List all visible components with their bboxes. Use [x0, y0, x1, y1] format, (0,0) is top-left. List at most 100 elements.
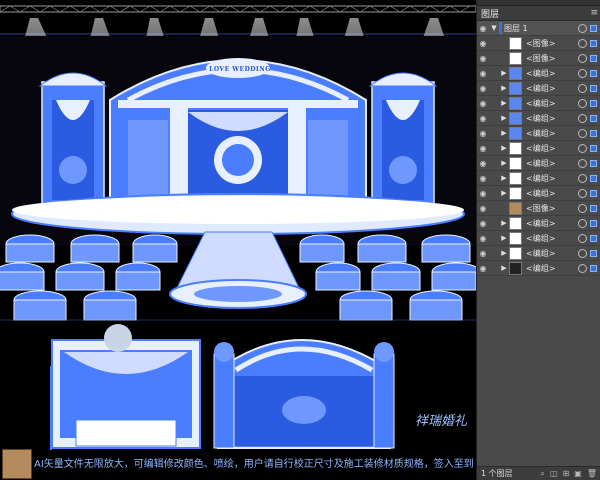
tab-layers[interactable]: 图层	[481, 7, 499, 20]
target-circle-icon[interactable]	[578, 128, 587, 138]
visibility-eye-icon[interactable]: ◉	[477, 189, 489, 198]
panel-menu-icon[interactable]: ≡	[590, 8, 597, 18]
layer-name[interactable]: <编组>	[526, 188, 578, 199]
expand-arrow-icon[interactable]: ▶	[499, 219, 509, 227]
visibility-eye-icon[interactable]: ◉	[477, 39, 489, 48]
expand-arrow-icon[interactable]: ▶	[499, 234, 509, 242]
layer-row[interactable]: ◉ ▶ <编组>	[477, 126, 600, 141]
visibility-eye-icon[interactable]: ◉	[477, 174, 489, 183]
target-circle-icon[interactable]	[578, 23, 587, 33]
visibility-eye-icon[interactable]: ◉	[477, 114, 489, 123]
layer-row[interactable]: ◉ ▶ <编组>	[477, 171, 600, 186]
layer-name[interactable]: <编组>	[526, 173, 578, 184]
layer-row[interactable]: ◉ ▶ <编组>	[477, 156, 600, 171]
expand-arrow-icon[interactable]: ▶	[499, 144, 509, 152]
new-layer-icon[interactable]: ▣	[574, 469, 582, 479]
selection-square-icon[interactable]	[590, 174, 597, 182]
layer-name[interactable]: 图层 1	[504, 23, 578, 34]
layer-row[interactable]: ◉ ▶ <编组>	[477, 66, 600, 81]
layer-name[interactable]: <编组>	[526, 263, 578, 274]
layer-row[interactable]: ◉ <图像>	[477, 36, 600, 51]
selection-square-icon[interactable]	[590, 24, 597, 32]
layer-row-top[interactable]: ◉ ▼ 图层 1	[477, 21, 600, 36]
layer-name[interactable]: <编组>	[526, 143, 578, 154]
target-circle-icon[interactable]	[578, 158, 587, 168]
layer-row[interactable]: ◉ ▶ <编组>	[477, 246, 600, 261]
expand-arrow-icon[interactable]: ▶	[499, 114, 509, 122]
selection-square-icon[interactable]	[590, 234, 597, 242]
visibility-eye-icon[interactable]: ◉	[477, 219, 489, 228]
visibility-eye-icon[interactable]: ◉	[477, 84, 489, 93]
layer-name[interactable]: <编组>	[526, 158, 578, 169]
target-circle-icon[interactable]	[578, 203, 587, 213]
selection-square-icon[interactable]	[590, 114, 597, 122]
selection-square-icon[interactable]	[590, 39, 597, 47]
expand-arrow-icon[interactable]: ▶	[499, 264, 509, 272]
expand-arrow-icon[interactable]: ▶	[499, 249, 509, 257]
visibility-eye-icon[interactable]: ◉	[477, 264, 489, 273]
layer-row[interactable]: ◉ <图像>	[477, 51, 600, 66]
visibility-eye-icon[interactable]: ◉	[477, 144, 489, 153]
layer-name[interactable]: <图像>	[526, 53, 578, 64]
selection-square-icon[interactable]	[590, 159, 597, 167]
visibility-eye-icon[interactable]: ◉	[477, 204, 489, 213]
target-circle-icon[interactable]	[578, 143, 587, 153]
layer-name[interactable]: <编组>	[526, 128, 578, 139]
target-circle-icon[interactable]	[578, 248, 587, 258]
visibility-eye-icon[interactable]: ◉	[477, 234, 489, 243]
visibility-eye-icon[interactable]: ◉	[477, 159, 489, 168]
selection-square-icon[interactable]	[590, 54, 597, 62]
target-circle-icon[interactable]	[578, 263, 587, 273]
expand-arrow-icon[interactable]: ▶	[499, 159, 509, 167]
layer-name[interactable]: <编组>	[526, 248, 578, 259]
layer-row[interactable]: ◉ ▶ <编组>	[477, 81, 600, 96]
layer-row[interactable]: ◉ ▶ <编组>	[477, 231, 600, 246]
layer-name[interactable]: <编组>	[526, 233, 578, 244]
expand-arrow-icon[interactable]: ▶	[499, 69, 509, 77]
expand-arrow-icon[interactable]: ▶	[499, 99, 509, 107]
layer-name[interactable]: <编组>	[526, 218, 578, 229]
expand-arrow-icon[interactable]: ▶	[499, 84, 509, 92]
selection-square-icon[interactable]	[590, 204, 597, 212]
visibility-eye-icon[interactable]: ◉	[477, 24, 489, 33]
layer-name[interactable]: <编组>	[526, 113, 578, 124]
target-circle-icon[interactable]	[578, 173, 587, 183]
layer-row[interactable]: ◉ ▶ <编组>	[477, 111, 600, 126]
expand-arrow-icon[interactable]: ▼	[489, 24, 499, 32]
expand-arrow-icon[interactable]: ▶	[499, 129, 509, 137]
layer-row[interactable]: ◉ ▶ <编组>	[477, 216, 600, 231]
layer-name[interactable]: <编组>	[526, 83, 578, 94]
expand-arrow-icon[interactable]: ▶	[499, 174, 509, 182]
visibility-eye-icon[interactable]: ◉	[477, 249, 489, 258]
selection-square-icon[interactable]	[590, 129, 597, 137]
artboard-canvas[interactable]: LOVE WEDDING 祥瑞婚礼 AI矢量文件无限放大，可编辑修改颜色、喷绘，…	[0, 0, 476, 480]
target-circle-icon[interactable]	[578, 113, 587, 123]
selection-square-icon[interactable]	[590, 99, 597, 107]
target-circle-icon[interactable]	[578, 53, 587, 63]
layer-name[interactable]: <图像>	[526, 203, 578, 214]
selection-square-icon[interactable]	[590, 264, 597, 272]
new-sublayer-icon[interactable]: ⊞	[563, 469, 570, 479]
target-circle-icon[interactable]	[578, 218, 587, 228]
layer-name[interactable]: <编组>	[526, 68, 578, 79]
selection-square-icon[interactable]	[590, 84, 597, 92]
expand-arrow-icon[interactable]: ▶	[499, 189, 509, 197]
layer-row[interactable]: ◉ <图像>	[477, 201, 600, 216]
selection-square-icon[interactable]	[590, 144, 597, 152]
make-clipping-mask-icon[interactable]: ◫	[550, 469, 558, 479]
target-circle-icon[interactable]	[578, 98, 587, 108]
layer-row[interactable]: ◉ ▶ <编组>	[477, 96, 600, 111]
target-circle-icon[interactable]	[578, 68, 587, 78]
visibility-eye-icon[interactable]: ◉	[477, 129, 489, 138]
layer-name[interactable]: <编组>	[526, 98, 578, 109]
visibility-eye-icon[interactable]: ◉	[477, 99, 489, 108]
target-circle-icon[interactable]	[578, 38, 587, 48]
visibility-eye-icon[interactable]: ◉	[477, 69, 489, 78]
layer-row[interactable]: ◉ ▶ <编组>	[477, 261, 600, 276]
layer-row[interactable]: ◉ ▶ <编组>	[477, 186, 600, 201]
layer-row[interactable]: ◉ ▶ <编组>	[477, 141, 600, 156]
selection-square-icon[interactable]	[590, 249, 597, 257]
selection-square-icon[interactable]	[590, 189, 597, 197]
delete-layer-icon[interactable]: 🗑	[587, 469, 597, 479]
selection-square-icon[interactable]	[590, 69, 597, 77]
